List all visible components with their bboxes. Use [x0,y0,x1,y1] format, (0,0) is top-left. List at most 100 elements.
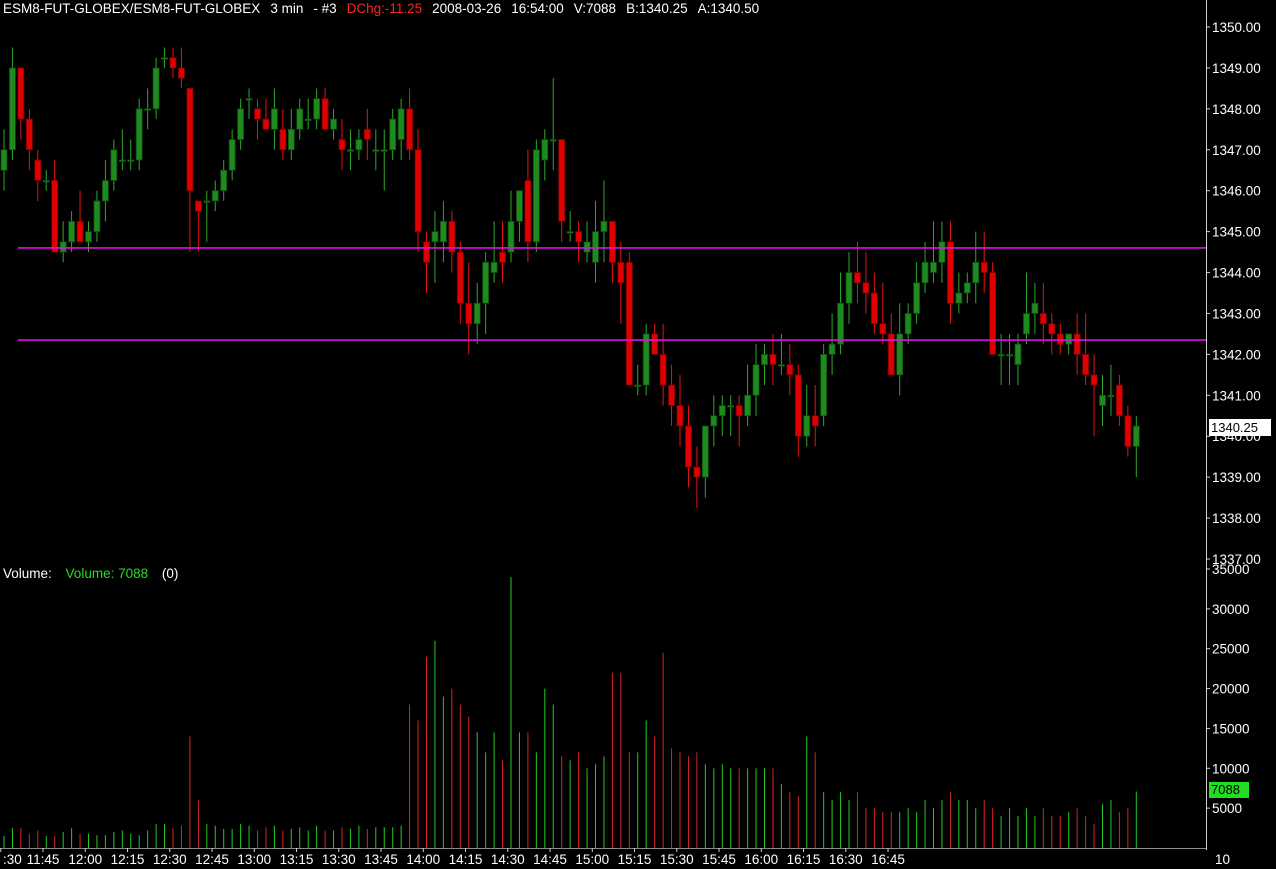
candle-body [1065,333,1073,345]
candle-body [1124,415,1132,447]
chart-tag: - #3 [313,1,337,16]
candle-body [473,302,481,325]
candle-body [321,98,329,130]
candle [625,252,633,386]
candle [135,98,143,171]
candle-body [490,261,498,273]
candle-body [651,333,659,355]
candle-body [330,118,337,130]
volume-value: Volume: 7088 [65,566,149,581]
candle-body [761,353,768,366]
candle-body [1082,353,1089,376]
candle-body [1090,374,1098,386]
candle-body [710,415,718,427]
volume-baseline-label: 10 [1215,852,1230,867]
symbol: ESM8-FUT-GLOBEX/ESM8-FUT-GLOBEX [3,1,261,16]
candle-body [870,292,878,325]
candle-body [997,353,1005,357]
candle-body [634,384,642,387]
candle-body [194,200,202,212]
candle-body [347,149,354,152]
candle-body [837,302,844,345]
candle-body [921,261,929,284]
candle-body [287,128,295,151]
candle-body [947,241,954,304]
price-tick-label: 1342.00 [1212,347,1261,362]
candle-body [1132,425,1140,447]
candle-body [575,231,582,243]
candle-body [245,98,253,101]
candle-body [879,323,887,335]
time-tick-label: 13:30 [322,852,356,867]
time-tick-label: 12:15 [111,852,145,867]
price-tick-label: 1341.00 [1212,388,1261,403]
time-tick-label: 14:30 [491,852,525,867]
time-tick-label: 16:30 [829,852,863,867]
price-volume-chart[interactable]: 1337.001338.001339.001340.001341.001342.… [0,0,1276,869]
candle-body [727,405,735,408]
candle-body [228,139,236,171]
candle-body [625,261,633,386]
candle-body [59,241,67,253]
candle-body [1099,394,1106,406]
candle-body [262,118,270,130]
candle-body [338,139,346,151]
candle-body [211,190,219,202]
candle-body [913,282,920,314]
candle-body [752,364,760,396]
candle-body [93,200,101,233]
candle-body [9,67,16,151]
candle-body [820,353,828,417]
candle-body [102,180,109,202]
candle-body [600,220,608,233]
candle-body [313,98,321,120]
candle-body [735,405,743,417]
candle-body [144,108,152,111]
time-tick-label: 12:00 [68,852,102,867]
candle-body [516,190,523,222]
candle-body [423,241,430,263]
candle-body [34,159,42,181]
bid: B:1340.25 [626,1,688,16]
candle-body [854,272,861,284]
time-tick-label: 15:30 [660,852,694,867]
candle-body [693,466,701,478]
time-tick-label: 14:45 [533,852,567,867]
candle-body [701,425,709,478]
candle-body [363,128,371,140]
time-tick-label: 15:45 [702,852,736,867]
candle-body [1056,333,1064,345]
candle-body [186,87,194,192]
ask: A:1340.50 [697,1,760,16]
candle [820,344,828,426]
candle-body [938,241,946,263]
volume-tick-label: 20000 [1212,682,1250,697]
time-tick-label: 15:15 [618,852,652,867]
volume-tick-label: 15000 [1212,721,1250,736]
time-tick-label: 13:00 [237,852,271,867]
price-tick-label: 1349.00 [1212,61,1261,76]
candle-body [254,108,261,120]
candle-body [685,425,692,468]
price-tick-label: 1338.00 [1212,511,1261,526]
time-tick-label: 13:45 [364,852,398,867]
candle-body [439,220,447,243]
current-price-label: 1340.25 [1209,419,1271,436]
candle-body [541,139,549,161]
volume-legend: Volume: Volume: 7088 (0) [3,566,178,581]
candle-body [744,394,751,417]
candle-body [583,241,591,253]
time: 16:54:00 [511,1,564,16]
candle-body [609,220,616,263]
candle-body [465,302,473,325]
candle-body [904,313,912,335]
candle [642,323,650,396]
time-tick-label: 16:45 [871,852,905,867]
volume-tick-label: 35000 [1212,562,1250,577]
candle-body [1014,343,1022,366]
candle-body [127,159,135,162]
candle-body [169,57,177,69]
date: 2008-03-26 [432,1,502,16]
candle-body [828,343,836,355]
candle-body [0,149,8,171]
